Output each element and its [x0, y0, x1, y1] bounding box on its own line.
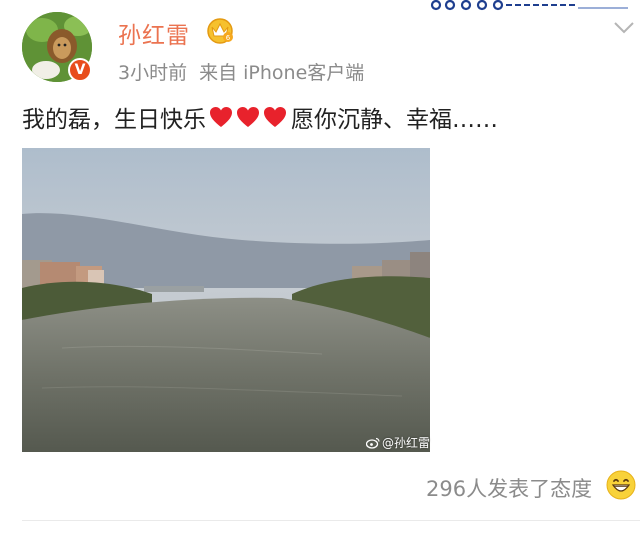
watermark-text: @孙红雷: [382, 436, 431, 450]
river-landscape-image: [22, 148, 430, 452]
top-decoration: [428, 0, 640, 11]
svg-text:6: 6: [226, 34, 231, 42]
reactions-count[interactable]: 296人发表了态度: [426, 473, 592, 503]
photo-watermark: @孙红雷: [366, 434, 430, 451]
vip-crown-icon: 6: [207, 18, 233, 44]
post-time: 3小时前: [118, 62, 188, 84]
heart-icon: [210, 107, 232, 127]
heart-icon: [264, 107, 286, 127]
post-meta: 3小时前 来自 iPhone客户端: [118, 58, 376, 85]
chevron-down-icon[interactable]: [612, 20, 636, 36]
post-text: 我的磊，生日快乐 愿你沉静、幸福……: [22, 100, 498, 134]
post-text-part1: 我的磊，生日快乐: [22, 107, 206, 133]
heart-icon: [237, 107, 259, 127]
grin-emoji-icon[interactable]: [605, 469, 637, 501]
weibo-logo-icon: [366, 437, 380, 449]
divider: [22, 520, 640, 521]
verified-v-icon: V: [68, 58, 92, 82]
post-source[interactable]: 来自 iPhone客户端: [199, 62, 364, 84]
hearts-emoji-group: [208, 105, 289, 129]
post-text-part2: 愿你沉静、幸福……: [291, 107, 498, 133]
username[interactable]: 孙红雷: [118, 16, 190, 50]
post-photo[interactable]: [22, 148, 430, 452]
